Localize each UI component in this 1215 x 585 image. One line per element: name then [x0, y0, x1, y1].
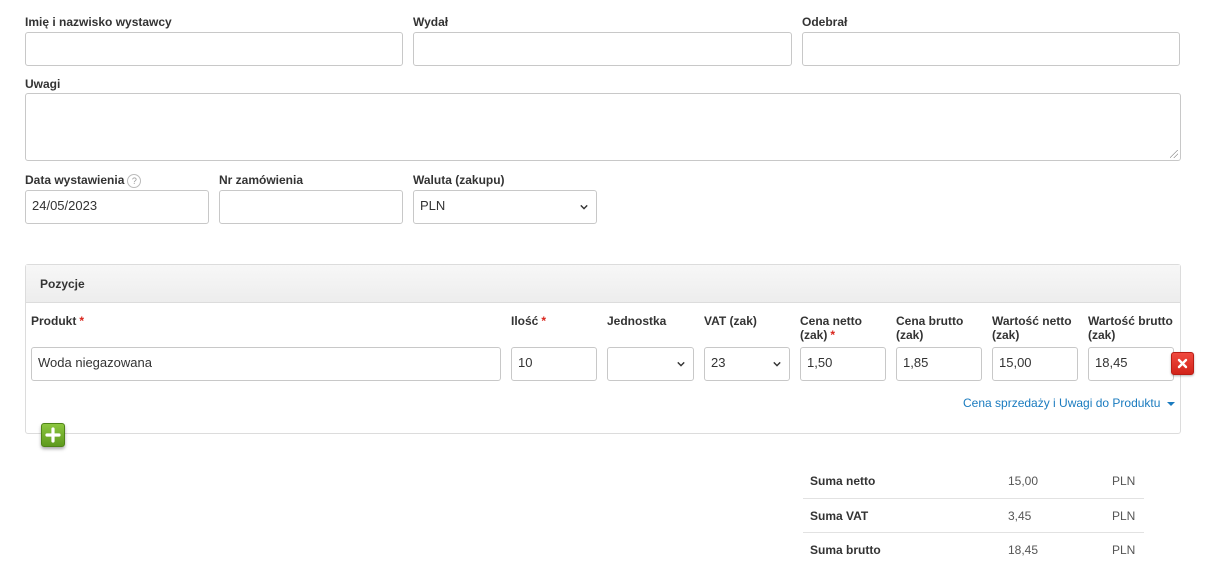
resize-grip-icon[interactable] — [1170, 150, 1178, 158]
issue-date-input[interactable]: 24/05/2023 — [25, 190, 209, 224]
plus-icon — [45, 427, 61, 443]
notes-textarea[interactable] — [25, 93, 1181, 161]
issue-date-label: Data wystawienia — [25, 173, 125, 187]
chevron-down-icon — [773, 361, 781, 367]
product-extras-link[interactable]: Cena sprzedaży i Uwagi do Produktu — [963, 396, 1175, 410]
chevron-down-icon — [580, 204, 588, 210]
col-gross-price-line2: (zak) — [896, 328, 924, 342]
summary-row: Suma netto 15,00 PLN — [803, 464, 1144, 498]
product-extras-label: Cena sprzedaży i Uwagi do Produktu — [963, 396, 1161, 410]
summary-row: Suma VAT 3,45 PLN — [803, 498, 1144, 532]
vat-value: 23 — [711, 355, 726, 370]
col-product-label: Produkt — [31, 314, 77, 328]
summary-row: Suma brutto 18,45 PLN — [803, 532, 1144, 566]
required-mark: * — [79, 314, 85, 328]
summary-value: 3,45 — [1008, 509, 1032, 523]
col-gross-value-line1: Wartość brutto — [1088, 314, 1173, 328]
summary-label: Suma VAT — [810, 509, 869, 523]
summary-currency: PLN — [1112, 474, 1136, 488]
issued-by-input[interactable] — [413, 32, 792, 66]
col-net-value-line2: (zak) — [992, 328, 1020, 342]
positions-title: Pozycje — [40, 277, 85, 291]
col-gross-price-line1: Cena brutto — [896, 314, 964, 328]
summary-currency: PLN — [1112, 543, 1136, 557]
col-unit: Jednostka — [607, 314, 667, 328]
col-gross-value-line2: (zak) — [1088, 328, 1116, 342]
positions-header: Pozycje — [26, 265, 1180, 303]
received-by-label: Odebrał — [802, 15, 848, 29]
delete-row-button[interactable] — [1171, 352, 1194, 375]
unit-select[interactable] — [607, 347, 694, 381]
vat-select[interactable]: 23 — [704, 347, 790, 381]
col-net-price-line2-wrap: (zak) * — [800, 328, 862, 342]
col-gross-price: Cena brutto (zak) — [896, 314, 963, 342]
col-net-price-line1: Cena netto — [800, 314, 863, 328]
col-net-value: Wartość netto (zak) — [992, 314, 1072, 342]
order-number-input[interactable] — [219, 190, 403, 224]
col-net-price: Cena netto (zak) * — [800, 314, 862, 342]
gross-value-input[interactable]: 18,45 — [1088, 347, 1174, 381]
col-quantity-label: Ilość — [511, 314, 539, 328]
summary-value: 18,45 — [1008, 543, 1039, 557]
col-product: Produkt * — [31, 314, 84, 328]
issue-date-label-wrap: Data wystawienia? — [25, 173, 142, 188]
net-price-input[interactable]: 1,50 — [800, 347, 886, 381]
issuer-label: Imię i nazwisko wystawcy — [25, 15, 172, 29]
close-icon — [1177, 358, 1188, 369]
summary-label: Suma netto — [810, 474, 876, 488]
add-row-button[interactable] — [41, 423, 65, 447]
required-mark: * — [830, 328, 836, 342]
summary-value: 15,00 — [1008, 474, 1039, 488]
net-value-input[interactable]: 15,00 — [992, 347, 1078, 381]
received-by-input[interactable] — [802, 32, 1180, 66]
product-input[interactable]: Woda niegazowana — [31, 347, 501, 381]
help-icon[interactable]: ? — [127, 173, 142, 188]
summary-label: Suma brutto — [810, 543, 881, 557]
col-gross-value: Wartość brutto (zak) — [1088, 314, 1173, 342]
quantity-input[interactable]: 10 — [511, 347, 597, 381]
summary-currency: PLN — [1112, 509, 1136, 523]
currency-select[interactable]: PLN — [413, 190, 597, 224]
col-quantity: Ilość * — [511, 314, 546, 328]
issuer-input[interactable] — [25, 32, 403, 66]
required-mark: * — [541, 314, 547, 328]
order-number-label: Nr zamówienia — [219, 173, 304, 187]
notes-label: Uwagi — [25, 77, 61, 91]
col-net-price-line2: (zak) — [800, 328, 828, 342]
chevron-down-icon — [677, 361, 685, 367]
col-net-value-line1: Wartość netto — [992, 314, 1072, 328]
caret-down-icon — [1166, 401, 1175, 406]
issued-by-label: Wydał — [413, 15, 449, 29]
col-vat: VAT (zak) — [704, 314, 757, 328]
currency-label: Waluta (zakupu) — [413, 173, 505, 187]
currency-value: PLN — [420, 198, 446, 213]
gross-price-input[interactable]: 1,85 — [896, 347, 982, 381]
